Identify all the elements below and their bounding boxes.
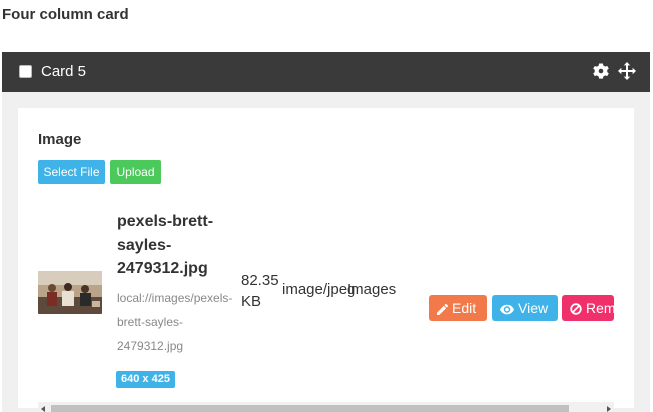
page-title: Four column card xyxy=(2,6,129,23)
scroll-right-icon[interactable] xyxy=(607,406,611,412)
view-button[interactable]: View xyxy=(492,295,558,321)
file-path: local://images/pexels-brett-sayles-24793… xyxy=(117,291,233,353)
ban-icon xyxy=(570,303,582,315)
pencil-icon xyxy=(437,304,448,315)
eye-icon xyxy=(500,304,514,315)
remove-label: Remove xyxy=(586,300,614,316)
image-field-panel: Image Select File Upload pexels-brett-sa… xyxy=(18,108,634,412)
file-mime-type: image/jpeg xyxy=(282,281,356,298)
card-select-checkbox[interactable] xyxy=(19,65,32,78)
scrollbar-thumb[interactable] xyxy=(51,405,569,412)
scroll-left-icon[interactable] xyxy=(41,406,45,412)
file-category: Images xyxy=(347,281,397,298)
card-header: Card 5 xyxy=(2,52,650,92)
file-thumbnail[interactable] xyxy=(38,271,102,314)
remove-button[interactable]: Remove xyxy=(562,295,614,321)
field-label: Image xyxy=(38,131,82,148)
card-body: Image Select File Upload pexels-brett-sa… xyxy=(2,92,650,412)
edit-label: Edit xyxy=(452,300,477,316)
edit-button[interactable]: Edit xyxy=(429,295,487,321)
horizontal-scrollbar[interactable] xyxy=(38,402,614,412)
view-label: View xyxy=(518,300,549,316)
select-file-button[interactable]: Select File xyxy=(38,160,105,184)
move-icon[interactable] xyxy=(618,62,636,80)
file-size: 82.35 KB xyxy=(241,272,279,310)
card-title: Card 5 xyxy=(41,63,87,80)
dimensions-badge: 640 x 425 xyxy=(116,371,175,388)
upload-button[interactable]: Upload xyxy=(110,160,161,184)
file-name: pexels-brett-sayles-2479312.jpg xyxy=(117,213,214,277)
gear-icon[interactable] xyxy=(593,63,609,79)
